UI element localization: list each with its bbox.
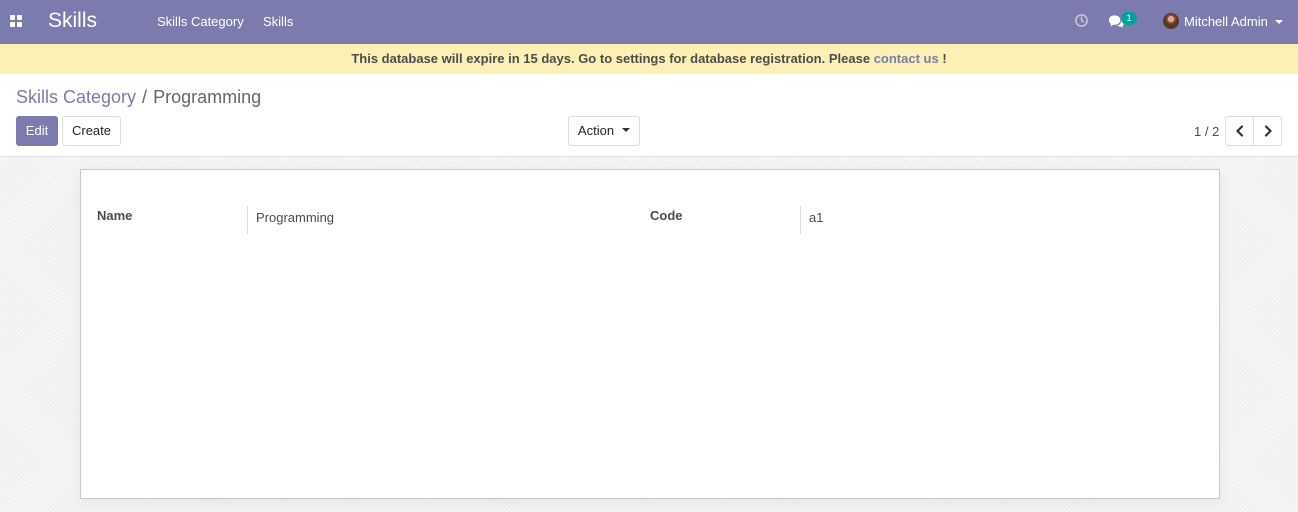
apps-grid-icon[interactable] bbox=[10, 15, 23, 28]
menu-skills-category[interactable]: Skills Category bbox=[157, 14, 244, 29]
field-divider bbox=[800, 206, 801, 234]
breadcrumb-current: Programming bbox=[153, 87, 262, 107]
pager-next-button[interactable] bbox=[1253, 116, 1282, 146]
user-menu-name[interactable]: Mitchell Admin bbox=[1184, 14, 1268, 29]
code-label: Code bbox=[650, 208, 683, 223]
avatar[interactable] bbox=[1163, 13, 1179, 29]
action-label: Action bbox=[577, 123, 615, 138]
edit-button[interactable]: Edit bbox=[16, 116, 58, 146]
breadcrumb-separator: / bbox=[142, 87, 148, 107]
app-title: Skills bbox=[48, 9, 98, 32]
name-label: Name bbox=[97, 208, 133, 223]
clock-icon[interactable] bbox=[1074, 13, 1089, 28]
form-sheet: Name Programming Code a1 bbox=[80, 169, 1220, 499]
caret-down-icon bbox=[622, 128, 631, 133]
chat-count-badge: 1 bbox=[1121, 12, 1137, 25]
top-navbar: Skills Skills Category Skills 1 Mitchell… bbox=[0, 0, 1298, 44]
breadcrumb: Skills Category / Programming bbox=[16, 87, 261, 108]
field-divider bbox=[247, 206, 248, 234]
pager-previous-button[interactable] bbox=[1225, 116, 1254, 146]
banner-text: This database will expire in 15 days. Go… bbox=[351, 51, 871, 66]
chevron-right-icon bbox=[1264, 125, 1272, 137]
contact-us-link[interactable]: contact us bbox=[874, 51, 939, 66]
pager-value[interactable]: 1 / 2 bbox=[1194, 124, 1219, 139]
name-field[interactable]: Programming bbox=[256, 210, 334, 225]
menu-skills[interactable]: Skills bbox=[263, 14, 293, 29]
banner-suffix: ! bbox=[942, 51, 947, 66]
breadcrumb-parent[interactable]: Skills Category bbox=[16, 87, 136, 107]
caret-down-icon[interactable] bbox=[1275, 20, 1283, 24]
expiration-banner: This database will expire in 15 days. Go… bbox=[0, 44, 1298, 74]
code-field[interactable]: a1 bbox=[809, 210, 823, 225]
chevron-left-icon bbox=[1236, 125, 1244, 137]
action-dropdown-button[interactable]: Action bbox=[568, 116, 640, 146]
create-button[interactable]: Create bbox=[62, 116, 121, 146]
